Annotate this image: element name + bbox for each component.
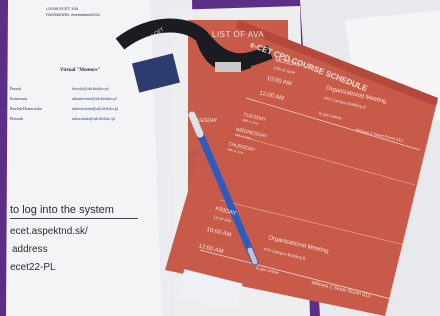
system-url: ecet.aspektnd.sk/	[10, 226, 88, 237]
mentors-heading: Virtual "Mentors"	[60, 68, 101, 73]
login-code: LOGIN ECET 195	[46, 6, 78, 11]
mentor-email: mhornowska@ath.bielsko.pl	[72, 106, 118, 111]
system-password: ecet22-PL	[10, 262, 56, 273]
back-sheet-day: TUESDAY	[194, 118, 218, 124]
login-heading: to log into the system	[10, 204, 114, 216]
mentor-name: Konieczna	[10, 96, 28, 101]
mentor-name: Pawlak-Hornowska	[10, 106, 42, 111]
password-line: PASSWORD: ecetmaster2022	[46, 12, 100, 17]
mentor-name: Pietrzak	[10, 116, 24, 121]
photo-scene: LOGIN ECET 195 PASSWORD: ecetmaster2022 …	[0, 0, 440, 316]
login-underline	[10, 218, 138, 219]
mentor-email: mkonieczna@ath.bielsko.pl	[72, 96, 117, 101]
mentor-email: mkrasinski@ath.bielsko.pl	[72, 116, 115, 121]
scene-graphics	[0, 0, 440, 316]
back-sheet-title: LIST OF AVA	[212, 30, 265, 39]
address-label: address	[12, 244, 48, 255]
mentor-name: Perzyk	[10, 86, 22, 91]
mentor-email: iferzyk@ath.bielsko.pl	[72, 86, 109, 91]
badge-clip	[215, 62, 241, 72]
